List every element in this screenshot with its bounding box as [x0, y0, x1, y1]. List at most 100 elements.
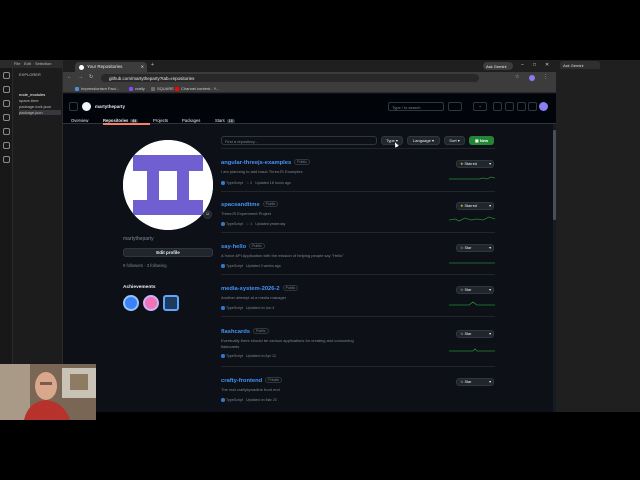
new-tab-icon[interactable]: + [151, 62, 154, 68]
bookmark-item[interactable]: Impressionism Fact... [75, 86, 119, 91]
star-button[interactable]: ☆ Star ▾ [456, 286, 494, 294]
repo-meta: TypeScript ☆ 1 Updated yesterday [221, 222, 285, 226]
star-icon: ☆ [460, 288, 464, 292]
tree-item[interactable]: package.json [19, 110, 61, 115]
star-icon: ☆ [460, 380, 464, 384]
forward-icon[interactable]: → [78, 74, 83, 80]
language-dot-icon [221, 398, 225, 402]
repo-link[interactable]: angular-threejs-examples Public [221, 159, 310, 166]
remote-icon[interactable] [3, 142, 10, 149]
tab-overview[interactable]: Overview [71, 118, 88, 123]
followers-link[interactable]: 9 followers · 3 following [123, 263, 167, 268]
achievement-badge-icon[interactable] [143, 295, 159, 311]
bookmark-item[interactable]: crafty [129, 86, 145, 91]
minimize-icon[interactable]: – [521, 62, 524, 68]
activity-bar [0, 68, 13, 412]
address-bar[interactable]: github.com/martytheparty?tab=repositorie… [101, 74, 479, 82]
set-status-icon[interactable]: ☺ [203, 210, 212, 219]
repo-link[interactable]: crafty-frontend Private [221, 377, 283, 384]
profile-icon[interactable] [529, 75, 535, 81]
tab-your-repositories[interactable]: Your Repositories ✕ [75, 62, 147, 72]
star-button[interactable]: ☆ Star ▾ [456, 244, 494, 252]
webcam-person-image [0, 364, 96, 420]
chevron-down-icon[interactable]: ▾ [489, 379, 491, 386]
profile-avatar[interactable] [123, 140, 213, 230]
gemini-tab[interactable]: Ask Gemini [560, 61, 600, 69]
repo-meta: TypeScript ☆ 2 Updated 18 hours ago [221, 181, 291, 185]
repo-link[interactable]: say-hello Public [221, 243, 265, 250]
star-icon: ☆ [460, 332, 464, 336]
star-icon: ☆ [245, 222, 250, 227]
maximize-icon[interactable]: □ [533, 62, 536, 68]
repo-link[interactable]: spaceandtime Public [221, 201, 279, 208]
star-button[interactable]: ☆ Star ▾ [456, 378, 494, 386]
bookmark-star-icon[interactable]: ☆ [515, 74, 519, 80]
language-dot-icon [221, 181, 225, 185]
repositories-icon[interactable] [517, 102, 526, 111]
github-search-input[interactable]: Type / to search [388, 102, 444, 111]
repo-description: A Voice API Application with the mission… [221, 253, 344, 258]
chevron-down-icon[interactable]: ▾ [489, 203, 491, 210]
files-icon[interactable] [3, 72, 10, 79]
language-dot-icon [221, 354, 225, 358]
hamburger-menu-icon[interactable] [69, 102, 78, 111]
tab-stars[interactable]: Stars 18 [215, 118, 235, 123]
chevron-down-icon[interactable]: ▾ [489, 331, 491, 338]
account-icon[interactable] [3, 156, 10, 163]
repo-description: Another attempt at a media manager [221, 295, 287, 300]
new-repository-button[interactable]: ▣ New [469, 136, 494, 145]
tree-item[interactable]: node_modules [19, 92, 45, 97]
user-avatar[interactable] [539, 102, 548, 111]
achievement-badge-icon[interactable] [123, 295, 139, 311]
unstar-button[interactable]: ★ Starred ▾ [456, 202, 494, 210]
profile-username: martytheparty [123, 236, 154, 242]
star-button[interactable]: ☆ Star ▾ [456, 330, 494, 338]
github-logo-icon[interactable] [82, 102, 91, 111]
run-icon[interactable] [3, 114, 10, 121]
language-filter-button[interactable]: Language ▾ [407, 136, 440, 145]
find-repository-input[interactable]: Find a repository... [221, 136, 377, 145]
tab-projects[interactable]: Projects [153, 118, 168, 123]
tree-item[interactable]: space-time [19, 98, 39, 103]
webcam-overlay [0, 364, 96, 420]
header-username[interactable]: martytheparty [95, 104, 125, 109]
close-tab-icon[interactable]: ✕ [141, 64, 144, 69]
star-icon: ☆ [460, 246, 464, 250]
repo-meta: TypeScript Updated on Apr 12 [221, 354, 276, 358]
unstar-button[interactable]: ★ Starred ▾ [456, 160, 494, 168]
close-window-icon[interactable]: ✕ [545, 62, 549, 68]
browser-menu-icon[interactable]: ⋮ [543, 74, 548, 80]
repo-link[interactable]: flashcards Public [221, 328, 269, 335]
tree-item[interactable]: package-lock.json [19, 104, 51, 109]
bookmark-item[interactable]: Channel content - Y... [175, 86, 219, 91]
bookmark-item[interactable]: SQUARE [151, 86, 174, 91]
repo-link[interactable]: media-system-2026-2 Public [221, 285, 299, 292]
chevron-down-icon[interactable]: ▾ [489, 161, 491, 168]
extensions-icon[interactable] [3, 128, 10, 135]
edit-profile-button[interactable]: Edit profile [123, 248, 213, 257]
chevron-down-icon[interactable]: ▾ [489, 287, 491, 294]
reload-icon[interactable]: ↻ [89, 74, 93, 80]
star-filled-icon: ★ [460, 204, 464, 208]
create-new-icon[interactable]: + [473, 102, 487, 111]
menu-selection[interactable]: Selection [35, 61, 51, 66]
source-control-icon[interactable] [3, 100, 10, 107]
list-divider [221, 232, 495, 233]
list-divider [221, 191, 495, 192]
visibility-badge: Public [253, 328, 269, 334]
achievement-badge-icon[interactable] [163, 295, 179, 311]
ask-gemini-button[interactable]: Ask Gemini [483, 62, 513, 70]
back-icon[interactable]: ← [67, 74, 72, 80]
tab-packages[interactable]: Packages [182, 118, 200, 123]
type-filter-button[interactable]: Type ▾ [381, 136, 403, 145]
chevron-down-icon[interactable]: ▾ [489, 245, 491, 252]
menu-file[interactable]: File [14, 61, 20, 66]
sort-button[interactable]: Sort ▾ [444, 136, 465, 145]
copilot-icon[interactable] [448, 102, 462, 111]
menu-edit[interactable]: Edit [24, 61, 31, 66]
pull-requests-icon[interactable] [505, 102, 514, 111]
issues-icon[interactable] [493, 102, 502, 111]
scrollbar-thumb[interactable] [553, 130, 556, 220]
search-icon[interactable] [3, 86, 10, 93]
notifications-icon[interactable] [528, 102, 537, 111]
